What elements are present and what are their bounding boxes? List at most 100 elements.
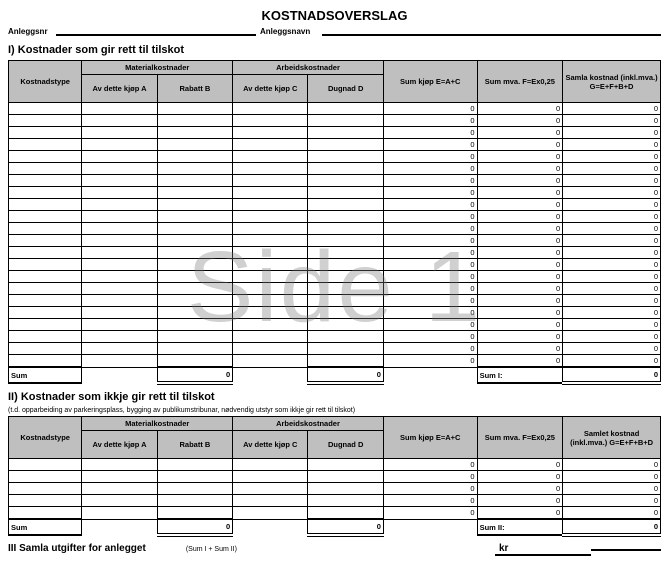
table-row: 000 [9,331,661,343]
cell-b [157,331,232,343]
cell-c [233,319,308,331]
cell-a [82,127,157,139]
cell-c [233,127,308,139]
hdr2-arbeid-group: Arbeidskostnader [233,417,384,431]
cell-e: 0 [383,115,477,127]
cell-e: 0 [383,151,477,163]
table-row: 000 [9,283,661,295]
cell-type [9,211,82,223]
cell-c [233,295,308,307]
hdr2-e: Sum kjøp E=A+C [383,417,477,459]
cell-g: 0 [563,483,661,495]
cell-e: 0 [383,175,477,187]
hdr2-f: Sum mva. F=Ex0,25 [477,417,563,459]
cell-c [233,247,308,259]
cell-a [82,507,157,520]
cell-c [233,343,308,355]
anlegg-header: Anleggsnr Anleggsnavn [8,27,661,36]
cell-c [233,151,308,163]
cell-f: 0 [477,355,563,368]
cell-g: 0 [563,163,661,175]
cell-g: 0 [563,271,661,283]
cell-g: 0 [563,307,661,319]
cell-a [82,343,157,355]
cell-d [308,223,383,235]
cell-g: 0 [563,495,661,507]
cell-f: 0 [477,127,563,139]
cell-a [82,223,157,235]
cell-c [233,495,308,507]
cell-g: 0 [563,235,661,247]
cell-g: 0 [563,319,661,331]
cell-b [157,459,232,471]
cell-f: 0 [477,495,563,507]
hdr2-c: Av dette kjøp C [233,431,308,459]
cell-type [9,223,82,235]
cell-f: 0 [477,295,563,307]
cell-type [9,163,82,175]
anleggsnavn-value [322,27,661,36]
table-row: 000 [9,211,661,223]
hdr2-g: Samlet kostnad (inkl.mva.) G=E+F+B+D [563,417,661,459]
cell-a [82,235,157,247]
table-row: 000 [9,319,661,331]
cell-f: 0 [477,507,563,520]
table-row: 000 [9,307,661,319]
cell-b [157,115,232,127]
cell-f: 0 [477,343,563,355]
cell-b [157,211,232,223]
cell-d [308,139,383,151]
cell-type [9,283,82,295]
sum-b: 0 [157,367,232,383]
cell-a [82,495,157,507]
cell-c [233,471,308,483]
cell-f: 0 [477,235,563,247]
cell-b [157,175,232,187]
cell-a [82,295,157,307]
cell-a [82,163,157,175]
cell-b [157,507,232,520]
cell-b [157,127,232,139]
table-row: 000 [9,483,661,495]
cell-f: 0 [477,199,563,211]
cell-d [308,331,383,343]
cell-type [9,175,82,187]
cell-d [308,343,383,355]
cell-f: 0 [477,175,563,187]
section2-subnote: (t.d. opparbeiding av parkeringsplass, b… [8,407,661,414]
hdr-c: Av dette kjøp C [233,75,308,103]
cell-a [82,187,157,199]
cell-e: 0 [383,307,477,319]
section1-sum-row: Sum 0 0 Sum I: 0 [9,367,661,383]
cell-a [82,211,157,223]
cell-f: 0 [477,307,563,319]
table-row: 000 [9,471,661,483]
hdr-arbeid-group: Arbeidskostnader [233,61,384,75]
cell-f: 0 [477,103,563,115]
cell-d [308,151,383,163]
cell-f: 0 [477,187,563,199]
cell-d [308,283,383,295]
cell-e: 0 [383,187,477,199]
cell-d [308,471,383,483]
cell-e: 0 [383,223,477,235]
cell-d [308,115,383,127]
cell-g: 0 [563,127,661,139]
sum2-label: Sum [9,519,82,535]
cell-c [233,187,308,199]
cell-c [233,259,308,271]
cell-g: 0 [563,175,661,187]
cell-e: 0 [383,459,477,471]
cell-a [82,259,157,271]
cell-a [82,319,157,331]
cell-a [82,471,157,483]
section3-kr-label: kr [495,543,591,556]
table-row: 000 [9,223,661,235]
table-row: 000 [9,343,661,355]
cell-a [82,283,157,295]
cell-c [233,331,308,343]
cell-b [157,163,232,175]
section3-row: III Samla utgifter for anlegget (Sum I +… [8,543,661,556]
cell-g: 0 [563,295,661,307]
hdr-type: Kostnadstype [9,61,82,103]
